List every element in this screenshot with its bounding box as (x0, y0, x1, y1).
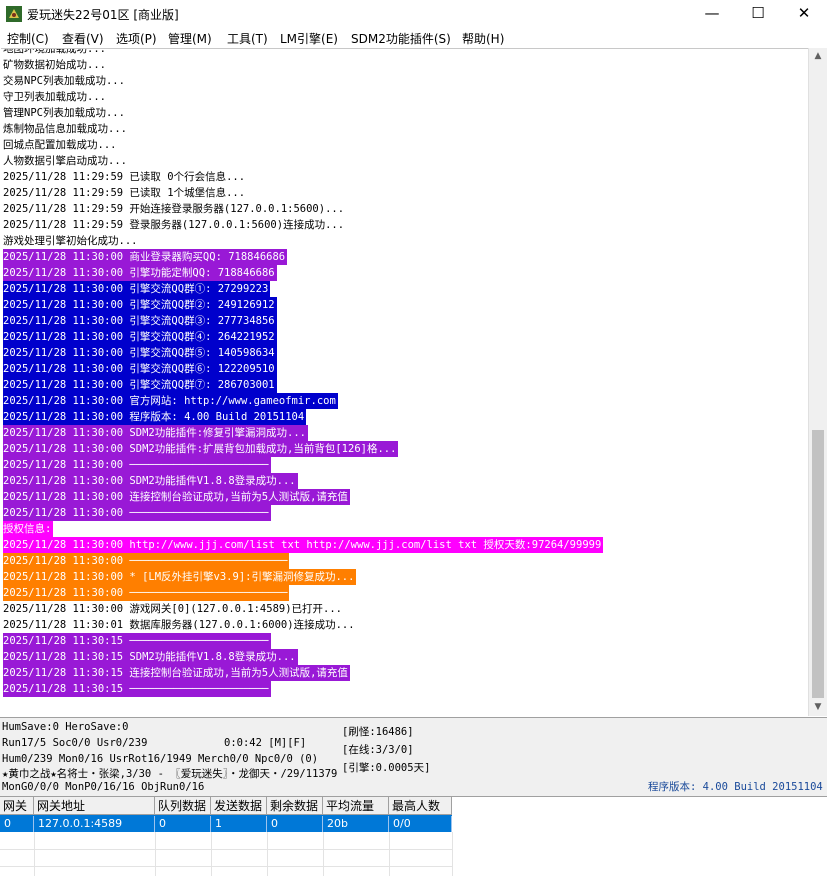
menu-manage[interactable]: 管理(M) (168, 30, 212, 47)
menu-tools[interactable]: 工具(T) (227, 30, 268, 47)
log-line: 2025/11/28 11:30:00 商业登录器购买QQ: 718846686 (3, 249, 288, 265)
scroll-up-icon[interactable]: ▲ (809, 48, 827, 65)
log-line: 2025/11/28 11:29:59 已读取 0个行会信息... (3, 171, 246, 183)
log-line: 2025/11/28 11:30:00 引擎交流QQ群⑤: 140598634 (3, 345, 277, 361)
log-line: 2025/11/28 11:30:00 引擎交流QQ群①: 27299223 (3, 281, 271, 297)
scroll-down-icon[interactable]: ▼ (809, 699, 827, 716)
maximize-button[interactable]: ☐ (735, 0, 781, 28)
table-cell: 127.0.0.1:4589 (34, 816, 155, 832)
menu-view[interactable]: 查看(V) (62, 30, 104, 47)
log-line: 矿物数据初始成功... (3, 59, 106, 71)
log-line: 2025/11/28 11:30:00 游戏网关[0](127.0.0.1:45… (3, 603, 343, 615)
menu-help[interactable]: 帮助(H) (462, 30, 504, 47)
minimize-button[interactable]: — (689, 0, 735, 28)
log-line: 2025/11/28 11:30:00 官方网站: http://www.gam… (3, 393, 338, 409)
grid-line (267, 832, 268, 876)
menu-sdm2-plugin[interactable]: SDM2功能插件(S) (351, 30, 451, 47)
online-count: [在线:3/3/0] (342, 744, 414, 756)
log-line: 2025/11/28 11:30:00 SDM2功能插件:修复引擎漏洞成功... (3, 425, 309, 441)
log-line: 2025/11/28 11:30:00 引擎交流QQ群④: 264221952 (3, 329, 277, 345)
log-line: 2025/11/28 11:30:00 ────────────────────… (3, 505, 271, 521)
monster-status: MonG0/0/0 MonP0/16/16 ObjRun0/16 (2, 781, 205, 793)
column-header[interactable]: 最高人数 (389, 797, 452, 815)
program-version: 程序版本: 4.00 Build 20151104 (648, 781, 823, 793)
log-line: 2025/11/28 11:30:00 SDM2功能插件V1.8.8登录成功..… (3, 473, 298, 489)
log-line: 2025/11/28 11:30:00 ────────────────────… (3, 457, 271, 473)
close-button[interactable]: ✕ (781, 0, 827, 28)
log-line: 炼制物品信息加载成功... (3, 123, 127, 135)
log-line: 2025/11/28 11:30:15 ────────────────────… (3, 681, 271, 697)
table-cell: 1 (211, 816, 267, 832)
log-line: 2025/11/28 11:30:00 连接控制台验证成功,当前为5人测试版,请… (3, 489, 350, 505)
log-line: 2025/11/28 11:30:01 数据库服务器(127.0.0.1:600… (3, 619, 355, 631)
refresh-count: [刷怪:16486] (342, 726, 414, 738)
log-line: 回城点配置加载成功... (3, 139, 117, 151)
log-line: 2025/11/28 11:29:59 开始连接登录服务器(127.0.0.1:… (3, 203, 345, 215)
table-cell: 0 (0, 816, 34, 832)
grid-line (211, 832, 212, 876)
scroll-thumb[interactable] (812, 430, 824, 698)
human-status: Hum0/239 Mon0/16 UsrRot16/1949 Merch0/0 … (2, 753, 319, 765)
window-title: 爱玩迷失22号01区 [商业版] (27, 8, 179, 22)
engine-days: [引擎:0.0005天] (342, 762, 431, 774)
column-header[interactable]: 队列数据 (155, 797, 211, 815)
log-line: 2025/11/28 11:30:00 ────────────────────… (3, 585, 290, 601)
column-header[interactable]: 平均流量 (323, 797, 389, 815)
log-line: 2025/11/28 11:30:00 * [LM反外挂引擎v3.9]:引擎漏洞… (3, 569, 357, 585)
column-header[interactable]: 网关 (0, 797, 34, 815)
grid-line (452, 832, 453, 876)
gate-table: 网关 网关地址 队列数据 发送数据 剩余数据 平均流量 最高人数 0 127.0… (0, 796, 827, 876)
log-line: 2025/11/28 11:30:00 引擎交流QQ群⑦: 286703001 (3, 377, 277, 393)
grid-line (389, 832, 390, 876)
table-cell: 0 (267, 816, 323, 832)
menu-control[interactable]: 控制(C) (7, 30, 49, 47)
server-log[interactable]: 地图环境加载成功... 矿物数据初始成功... 交易NPC列表加载成功... 守卫列表… (1, 48, 808, 717)
empty-row (0, 849, 452, 867)
log-line: 守卫列表加载成功... (3, 91, 106, 103)
log-line: 2025/11/28 11:30:00 引擎交流QQ群③: 277734856 (3, 313, 277, 329)
run-status: Run17/5 Soc0/0 Usr0/239 (2, 737, 148, 749)
log-line: 2025/11/28 11:30:15 连接控制台验证成功,当前为5人测试版,请… (3, 665, 350, 681)
log-line: 2025/11/28 11:30:15 SDM2功能插件V1.8.8登录成功..… (3, 649, 298, 665)
table-cell: 0/0 (389, 816, 452, 832)
log-line: 2025/11/28 11:30:00 程序版本: 4.00 Build 201… (3, 409, 307, 425)
castle-status: ★黄巾之战★名将士・张梁,3/30 - 〖爱玩迷失〗・龙御天・/29/11379 (2, 768, 338, 780)
log-line: 游戏处理引擎初始化成功... (3, 235, 138, 247)
log-scrollbar[interactable]: ▲ ▼ (808, 48, 827, 716)
column-header[interactable]: 网关地址 (34, 797, 155, 815)
log-line: 交易NPC列表加载成功... (3, 75, 125, 87)
log-line: 2025/11/28 11:30:00 引擎交流QQ群②: 249126912 (3, 297, 277, 313)
log-line: 2025/11/28 11:30:15 ────────────────────… (3, 633, 271, 649)
column-header[interactable]: 发送数据 (211, 797, 267, 815)
table-cell: 20b (323, 816, 389, 832)
grid-line (155, 832, 156, 876)
column-header[interactable]: 剩余数据 (267, 797, 323, 815)
app-icon (6, 6, 22, 22)
log-line: 2025/11/28 11:30:00 引擎功能定制QQ: 718846686 (3, 265, 277, 281)
title-bar: 爱玩迷失22号01区 [商业版] — ☐ ✕ (0, 0, 827, 28)
log-line: 2025/11/28 11:29:59 已读取 1个城堡信息... (3, 187, 246, 199)
status-panel: HumSave:0 HeroSave:0 Run17/5 Soc0/0 Usr0… (0, 717, 827, 796)
log-line: 2025/11/28 11:30:00 引擎交流QQ群⑥: 122209510 (3, 361, 277, 377)
uptime-timer: 0:0:42 [M][F] (224, 737, 307, 749)
log-line: 人物数据引擎启动成功... (3, 155, 127, 167)
menu-bar: 控制(C) 查看(V) 选项(P) 管理(M) 工具(T) LM引擎(E) SD… (0, 28, 827, 48)
grid-line (323, 832, 324, 876)
table-cell: 0 (155, 816, 211, 832)
log-line: 2025/11/28 11:30:00 http://www.jjj.com/l… (3, 537, 604, 553)
log-line: 2025/11/28 11:30:00 SDM2功能插件:扩展背包加载成功,当前… (3, 441, 399, 457)
log-line: 2025/11/28 11:30:00 ────────────────────… (3, 553, 290, 569)
log-line: 地图环境加载成功... (3, 48, 106, 55)
log-line: 管理NPC列表加载成功... (3, 107, 125, 119)
save-status: HumSave:0 HeroSave:0 (2, 721, 129, 733)
menu-options[interactable]: 选项(P) (116, 30, 157, 47)
grid-line (34, 832, 35, 876)
empty-row (0, 832, 452, 850)
log-line: 2025/11/28 11:29:59 登录服务器(127.0.0.1:5600… (3, 219, 345, 231)
log-line: 授权信息: (3, 521, 54, 537)
menu-lm-engine[interactable]: LM引擎(E) (280, 30, 338, 47)
